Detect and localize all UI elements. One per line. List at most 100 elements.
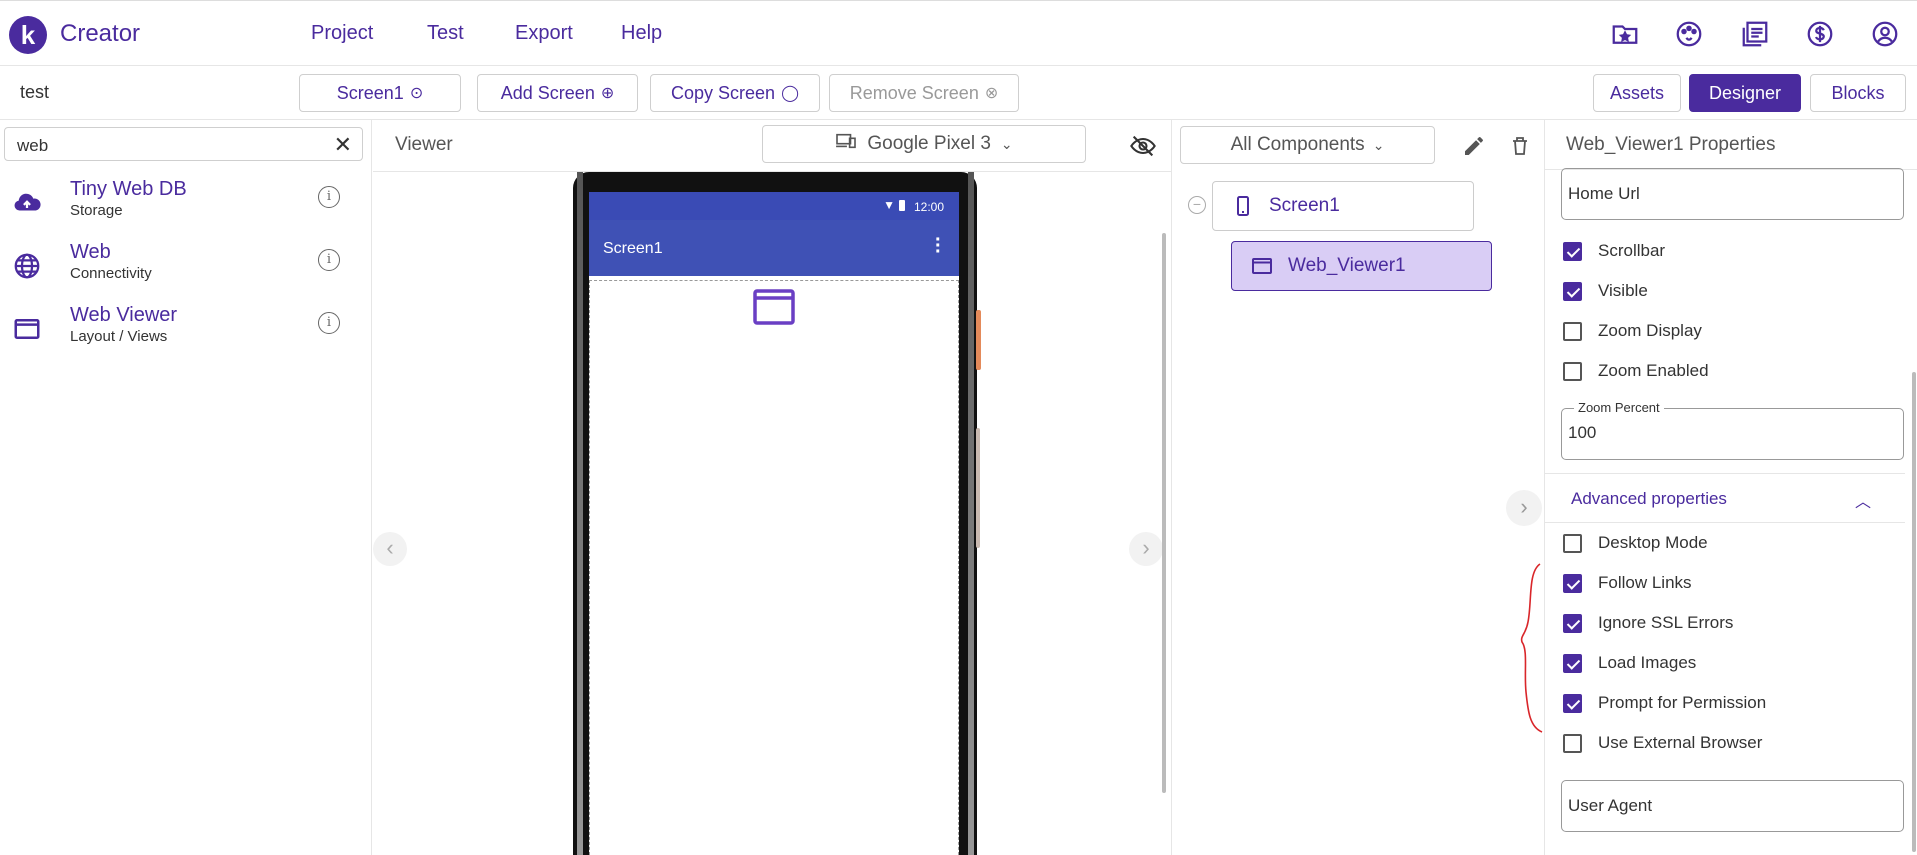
follow-links-checkbox[interactable]: Follow Links bbox=[1563, 568, 1692, 598]
add-screen-label: Add Screen bbox=[500, 82, 595, 103]
tree-node-screen1[interactable]: Screen1 bbox=[1212, 181, 1474, 231]
checkbox-label: Use External Browser bbox=[1598, 733, 1763, 752]
info-icon[interactable]: i bbox=[318, 249, 340, 271]
checkbox-checked-icon bbox=[1563, 573, 1582, 593]
checkbox-label: Ignore SSL Errors bbox=[1598, 613, 1734, 632]
info-icon[interactable]: i bbox=[318, 312, 340, 334]
top-nav: k Creator Project Test Export Help bbox=[0, 0, 1917, 66]
chevron-right-icon[interactable]: › bbox=[1129, 532, 1163, 566]
palette-panel: web ✕ Tiny Web DB Storage i Web Connecti… bbox=[0, 120, 372, 855]
blocks-button[interactable]: Blocks bbox=[1810, 74, 1906, 112]
zoom-percent-field[interactable]: Zoom Percent 100 bbox=[1561, 400, 1904, 460]
devices-icon bbox=[835, 132, 857, 156]
cloud-upload-icon bbox=[12, 188, 42, 218]
menu-test[interactable]: Test bbox=[427, 22, 464, 45]
remove-screen-button[interactable]: Remove Screen ⊗ bbox=[829, 74, 1019, 112]
eye-off-icon[interactable] bbox=[1129, 132, 1157, 160]
designer-button[interactable]: Designer bbox=[1689, 74, 1801, 112]
more-vert-icon: · · · bbox=[935, 229, 942, 263]
globe-icon bbox=[12, 251, 42, 281]
close-icon[interactable]: ✕ bbox=[334, 132, 352, 158]
prompt-for-permission-checkbox[interactable]: Prompt for Permission bbox=[1563, 688, 1766, 718]
dollar-icon[interactable] bbox=[1805, 19, 1835, 49]
advanced-properties-toggle[interactable]: Advanced properties ︿ bbox=[1545, 473, 1905, 523]
gallery-icon[interactable] bbox=[1740, 19, 1770, 49]
palette-item-web[interactable]: Web Connectivity i bbox=[0, 241, 370, 301]
load-images-checkbox[interactable]: Load Images bbox=[1563, 648, 1696, 678]
checkbox-checked-icon bbox=[1563, 613, 1582, 633]
wifi-icon: ▼ bbox=[883, 198, 895, 212]
folder-star-icon[interactable] bbox=[1610, 19, 1640, 49]
status-time: 12:00 bbox=[913, 200, 944, 214]
chevron-left-icon[interactable]: ‹ bbox=[373, 532, 407, 566]
window-icon bbox=[12, 314, 42, 344]
phone-volume-button bbox=[976, 428, 980, 548]
properties-header: Web_Viewer1 Properties bbox=[1545, 120, 1917, 170]
trash-icon[interactable] bbox=[1508, 134, 1532, 158]
collapse-icon[interactable]: − bbox=[1188, 196, 1206, 214]
checkbox-label: Zoom Display bbox=[1598, 321, 1702, 340]
palette-icon[interactable] bbox=[1674, 19, 1704, 49]
checkbox-unchecked-icon bbox=[1563, 733, 1582, 753]
menu-help[interactable]: Help bbox=[621, 22, 662, 45]
web-viewer-component-icon[interactable] bbox=[752, 287, 796, 327]
add-screen-button[interactable]: Add Screen ⊕ bbox=[477, 74, 638, 112]
palette-search-input[interactable]: web ✕ bbox=[4, 127, 363, 161]
components-panel: All Components ⌄ − Screen1 Web_Viewer1 bbox=[1171, 120, 1545, 855]
checkbox-label: Follow Links bbox=[1598, 573, 1692, 592]
screen-canvas[interactable] bbox=[589, 280, 959, 855]
properties-panel: Web_Viewer1 Properties Home Url Scrollba… bbox=[1545, 120, 1917, 855]
screen-select[interactable]: Screen1 ⊙ bbox=[299, 74, 461, 112]
chevron-down-icon: ⌄ bbox=[1372, 136, 1385, 153]
app-title-bar: Screen1 · · · bbox=[589, 220, 959, 276]
copy-screen-button[interactable]: Copy Screen ◯ bbox=[650, 74, 820, 112]
chevron-right-icon[interactable]: › bbox=[1506, 490, 1542, 526]
tree-node-label: Web_Viewer1 bbox=[1288, 255, 1406, 276]
copy-icon: ◯ bbox=[781, 85, 799, 102]
chevron-up-icon: ︿ bbox=[1855, 494, 1872, 511]
brand-name[interactable]: Creator bbox=[60, 20, 140, 48]
user-agent-field[interactable]: User Agent bbox=[1561, 780, 1904, 832]
zoom-percent-label: Zoom Percent bbox=[1574, 400, 1664, 415]
phone-icon bbox=[1231, 194, 1255, 218]
palette-item-name: Web Viewer bbox=[70, 304, 178, 326]
checkbox-unchecked-icon bbox=[1563, 321, 1582, 341]
visible-checkbox[interactable]: Visible bbox=[1563, 276, 1648, 306]
home-url-field[interactable]: Home Url bbox=[1561, 168, 1904, 220]
screen-title: Screen1 bbox=[603, 240, 663, 257]
screen-select-label: Screen1 bbox=[336, 82, 404, 103]
device-select-label: Google Pixel 3 bbox=[867, 133, 991, 154]
menu-project[interactable]: Project bbox=[311, 22, 373, 45]
palette-item-tiny-web-db[interactable]: Tiny Web DB Storage i bbox=[0, 178, 370, 238]
project-toolbar: test Screen1 ⊙ Add Screen ⊕ Copy Screen … bbox=[0, 66, 1917, 120]
palette-item-name: Tiny Web DB bbox=[70, 178, 187, 200]
info-icon[interactable]: i bbox=[318, 186, 340, 208]
zoom-display-checkbox[interactable]: Zoom Display bbox=[1563, 316, 1702, 346]
edit-icon[interactable] bbox=[1462, 134, 1486, 158]
checkbox-label: Visible bbox=[1598, 281, 1648, 300]
zoom-enabled-checkbox[interactable]: Zoom Enabled bbox=[1563, 356, 1709, 386]
palette-item-name: Web bbox=[70, 241, 111, 263]
copy-screen-label: Copy Screen bbox=[671, 82, 776, 103]
checkbox-label: Prompt for Permission bbox=[1598, 693, 1767, 712]
logo-icon[interactable]: k bbox=[9, 16, 47, 54]
properties-scrollbar[interactable] bbox=[1912, 372, 1916, 852]
palette-item-web-viewer[interactable]: Web Viewer Layout / Views i bbox=[0, 304, 370, 364]
desktop-mode-checkbox[interactable]: Desktop Mode bbox=[1563, 528, 1708, 558]
phone-edge-left bbox=[577, 172, 583, 855]
scrollbar-checkbox[interactable]: Scrollbar bbox=[1563, 236, 1665, 266]
account-icon[interactable] bbox=[1870, 19, 1900, 49]
use-external-browser-checkbox[interactable]: Use External Browser bbox=[1563, 728, 1762, 758]
tree-node-web-viewer1[interactable]: Web_Viewer1 bbox=[1231, 241, 1492, 291]
palette-item-category: Storage bbox=[70, 202, 123, 219]
ignore-ssl-errors-checkbox[interactable]: Ignore SSL Errors bbox=[1563, 608, 1733, 638]
home-url-placeholder: Home Url bbox=[1568, 184, 1640, 203]
menu-export[interactable]: Export bbox=[515, 22, 573, 45]
device-select[interactable]: Google Pixel 3 ⌄ bbox=[762, 125, 1086, 163]
project-name: test bbox=[20, 82, 50, 102]
checkbox-checked-icon bbox=[1563, 653, 1582, 673]
annotation-bracket bbox=[1520, 563, 1543, 733]
components-filter-select[interactable]: All Components ⌄ bbox=[1180, 126, 1435, 164]
viewer-scrollbar[interactable] bbox=[1162, 233, 1166, 793]
assets-button[interactable]: Assets bbox=[1593, 74, 1681, 112]
